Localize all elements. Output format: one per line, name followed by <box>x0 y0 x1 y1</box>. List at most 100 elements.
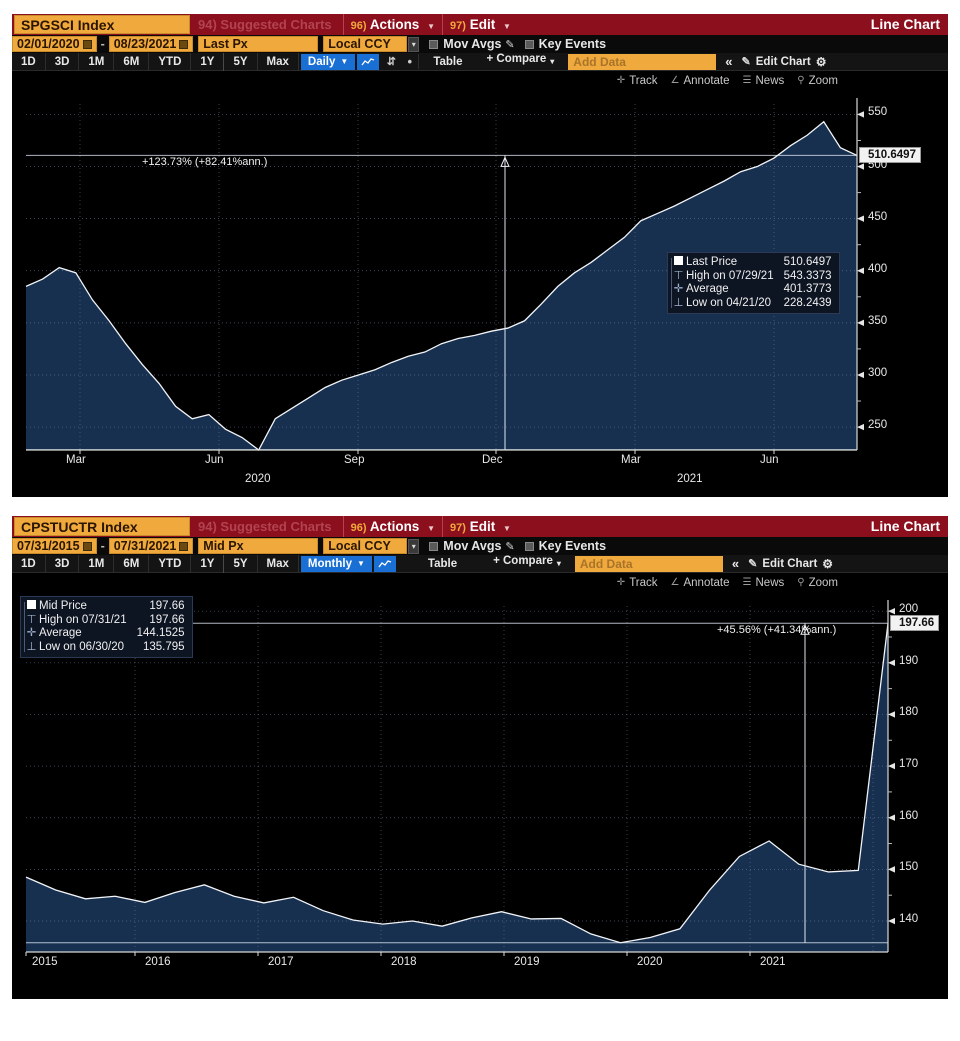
line-chart-icon[interactable] <box>357 53 380 70</box>
currency-dropdown-icon[interactable]: ▾ <box>408 538 420 554</box>
period-1y[interactable]: 1Y <box>191 52 225 71</box>
add-data-input[interactable]: Add Data <box>574 555 723 572</box>
compare-button[interactable]: + Compare ▾ <box>483 555 571 573</box>
edit-chart-label: Edit Chart <box>755 55 811 68</box>
period-1d[interactable]: 1D <box>12 554 46 573</box>
price-field-input[interactable]: Last Px <box>198 36 319 52</box>
price-field-input[interactable]: Mid Px <box>198 538 319 554</box>
date-to-input[interactable]: 08/23/2021 <box>108 36 194 52</box>
track-tool[interactable]: ✛ Track <box>617 75 658 87</box>
period-ytd[interactable]: YTD <box>149 554 192 573</box>
period-ytd[interactable]: YTD <box>149 52 192 71</box>
edit-chart-button[interactable]: ✎ Edit Chart ⚙ <box>738 55 833 69</box>
period-5y[interactable]: 5Y <box>224 52 258 71</box>
x-axis-tick-label: Jun <box>205 454 224 466</box>
more-options-icon[interactable]: • <box>401 54 420 69</box>
table-button[interactable]: Table <box>419 56 476 68</box>
line-chart-icon[interactable] <box>373 555 396 572</box>
add-data-input[interactable]: Add Data <box>568 53 717 70</box>
pencil-icon: ✎ <box>741 56 751 68</box>
gear-icon[interactable]: ⚙ <box>822 557 833 571</box>
zoom-tool[interactable]: ⚲ Zoom <box>797 577 838 589</box>
compare-button[interactable]: + Compare ▾ <box>477 53 565 71</box>
date-from-input[interactable]: 07/31/2015 <box>12 538 97 554</box>
currency-input[interactable]: Local CCY <box>323 36 408 52</box>
table-button[interactable]: Table <box>398 558 483 570</box>
period-1d[interactable]: 1D <box>12 52 46 71</box>
date-range-dash: - <box>100 37 105 51</box>
sort-icon[interactable]: ⇵ <box>381 54 401 70</box>
track-tool[interactable]: ✛ Track <box>617 577 658 589</box>
edit-menu[interactable]: 97) Edit ▼ <box>446 519 515 534</box>
period-5y[interactable]: 5Y <box>224 554 258 573</box>
period-max[interactable]: Max <box>258 554 299 573</box>
panel-header: SPGSCI Index 94) Suggested Charts 96) Ac… <box>12 14 948 35</box>
ticker-input[interactable]: CPSTUCTR Index <box>14 517 190 536</box>
gear-icon[interactable]: ⚙ <box>816 55 827 69</box>
chart-plot-area[interactable]: 197.66 +45.56% (+41.34%ann.) Mid Price 1… <box>12 592 948 999</box>
legend-value: 228.2439 <box>783 296 832 309</box>
legend-row: ✛ Average 401.3773 <box>672 283 833 297</box>
edit-chart-button[interactable]: ✎ Edit Chart ⚙ <box>744 557 839 571</box>
frequency-dropdown[interactable]: Daily ▼ <box>300 53 356 70</box>
calendar-icon[interactable] <box>82 541 92 551</box>
calendar-icon[interactable] <box>82 39 92 49</box>
legend-table: Last Price 510.6497 ⊤ High on 07/29/21 5… <box>672 256 833 310</box>
zoom-tool[interactable]: ⚲ Zoom <box>797 75 838 87</box>
pencil-icon[interactable]: ✎ <box>505 540 514 553</box>
x-axis-tick-label: Mar <box>621 454 641 466</box>
mov-avgs-checkbox[interactable] <box>429 541 439 551</box>
calendar-icon[interactable] <box>179 541 189 551</box>
y-axis-tick-label: 300 <box>868 366 888 379</box>
calendar-icon[interactable] <box>179 39 189 49</box>
x-axis-tick-label: Mar <box>66 454 86 466</box>
currency-input[interactable]: Local CCY <box>323 538 408 554</box>
suggested-charts-button[interactable]: 94) Suggested Charts <box>190 519 340 534</box>
chart-plot-area[interactable]: 510.6497 +123.73% (+82.41%ann.) Last Pri… <box>12 90 948 497</box>
actions-menu[interactable]: 96) Actions ▼ <box>347 519 439 534</box>
date-to-input[interactable]: 07/31/2021 <box>108 538 194 554</box>
collapse-icon[interactable]: « <box>727 556 744 571</box>
chart-legend: Last Price 510.6497 ⊤ High on 07/29/21 5… <box>667 252 840 314</box>
edit-number: 97) <box>450 522 466 534</box>
period-1y[interactable]: 1Y <box>191 554 225 573</box>
date-from-input[interactable]: 02/01/2020 <box>12 36 97 52</box>
performance-annotation: +45.56% (+41.34%ann.) <box>717 624 837 637</box>
pencil-icon[interactable]: ✎ <box>505 38 514 51</box>
mov-avgs-checkbox[interactable] <box>429 39 439 49</box>
header-divider-2 <box>442 14 444 35</box>
key-events-checkbox[interactable] <box>524 39 534 49</box>
currency-dropdown-icon[interactable]: ▾ <box>408 36 420 52</box>
compare-label: + Compare <box>486 52 547 65</box>
legend-row: ⊤ High on 07/29/21 543.3373 <box>672 270 833 284</box>
y-axis-tick-label: 180 <box>899 706 919 719</box>
legend-value: 401.3773 <box>783 283 832 295</box>
period-6m[interactable]: 6M <box>114 52 150 71</box>
period-1m[interactable]: 1M <box>79 52 115 71</box>
suggested-charts-button[interactable]: 94) Suggested Charts <box>190 17 340 32</box>
news-tool[interactable]: ☰ News <box>743 577 785 589</box>
annotate-tool[interactable]: ∠ Annotate <box>671 577 730 589</box>
annotate-label: Annotate <box>683 74 730 87</box>
annotate-tool[interactable]: ∠ Annotate <box>671 75 730 87</box>
period-6m[interactable]: 6M <box>114 554 150 573</box>
y-axis-tick-label: 450 <box>868 210 888 223</box>
chart-type-label: Line Chart <box>870 518 940 534</box>
news-tool[interactable]: ☰ News <box>743 75 785 87</box>
header-divider <box>342 14 344 35</box>
edit-menu[interactable]: 97) Edit ▼ <box>446 17 515 32</box>
frequency-dropdown[interactable]: Monthly ▼ <box>300 555 372 572</box>
period-max[interactable]: Max <box>258 52 299 71</box>
zoom-label: Zoom <box>808 576 838 589</box>
key-events-checkbox[interactable] <box>524 541 534 551</box>
period-1m[interactable]: 1M <box>79 554 115 573</box>
actions-menu[interactable]: 96) Actions ▼ <box>347 17 439 32</box>
news-label: News <box>755 576 785 589</box>
period-3d[interactable]: 3D <box>46 554 80 573</box>
x-axis-tick-label: Jun <box>760 454 779 466</box>
ticker-input[interactable]: SPGSCI Index <box>14 15 190 34</box>
period-3d[interactable]: 3D <box>46 52 80 71</box>
price-field-value: Mid Px <box>203 539 244 553</box>
collapse-icon[interactable]: « <box>720 54 737 69</box>
chart-type-label: Line Chart <box>870 16 940 32</box>
